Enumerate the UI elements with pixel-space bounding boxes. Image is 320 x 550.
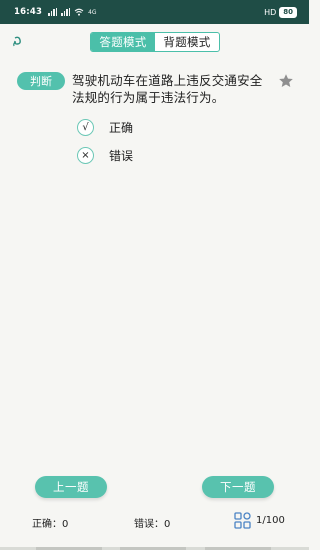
signal-icon-2 <box>61 8 71 16</box>
prev-question-button[interactable]: 上一题 <box>35 476 107 498</box>
question-type-badge: 判断 <box>17 72 65 90</box>
signal-icon <box>48 8 58 16</box>
star-icon[interactable] <box>278 73 294 89</box>
battery-icon: 80 <box>279 6 297 18</box>
status-time: 16:43 <box>14 7 43 17</box>
tab-answer-mode[interactable]: 答题模式 <box>91 33 155 51</box>
wifi-icon <box>74 8 84 16</box>
progress-counter: 1/100 <box>256 515 285 526</box>
wrong-count: 错误：0 <box>134 519 171 530</box>
option-wrong[interactable]: × 错误 <box>77 147 133 164</box>
next-question-button[interactable]: 下一题 <box>202 476 274 498</box>
option-correct[interactable]: √ 正确 <box>77 119 133 136</box>
option-label: 错误 <box>109 149 134 163</box>
battery-level: 80 <box>283 7 293 16</box>
option-label: 正确 <box>109 121 134 135</box>
cross-icon: × <box>77 147 94 164</box>
hd-indicator: HD <box>264 7 277 17</box>
question-text: 驾驶机动车在道路上违反交通安全法规的行为属于违法行为。 <box>72 73 263 105</box>
mode-switch: 答题模式 背题模式 <box>90 32 220 52</box>
status-bar: 16:43 4G HD 80 <box>0 0 309 24</box>
tab-study-mode[interactable]: 背题模式 <box>155 33 219 51</box>
header: 答题模式 背题模式 <box>0 24 309 60</box>
network-type: 4G <box>88 8 97 16</box>
answer-sheet-grid-icon[interactable] <box>234 512 252 529</box>
status-icons: 4G <box>48 8 97 16</box>
correct-count: 正确：0 <box>32 519 69 530</box>
check-icon: √ <box>77 119 94 136</box>
swirl-back-icon[interactable] <box>10 34 26 50</box>
